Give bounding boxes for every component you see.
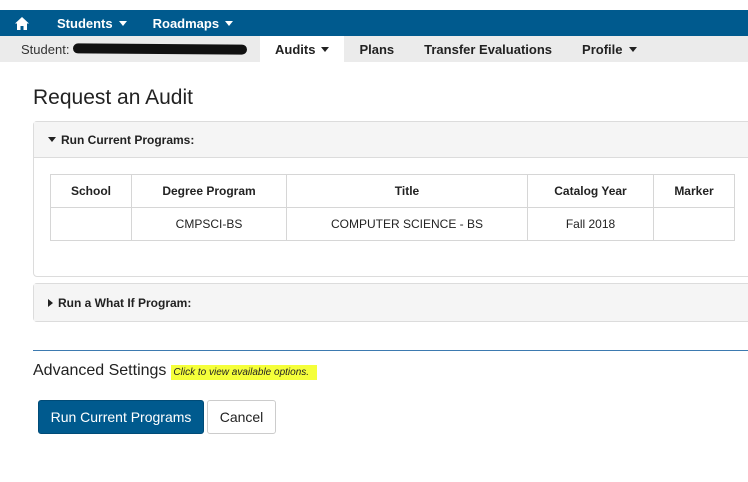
table-row: CMPSCI-BS COMPUTER SCIENCE - BS Fall 201… [50,207,735,241]
current-programs-panel: Run Current Programs: School Degree Prog… [33,121,748,277]
what-if-header: Run a What If Program: [58,295,192,310]
advanced-settings-toggle[interactable]: Advanced Settings Click to view availabl… [33,362,318,380]
caret-right-icon [48,298,53,307]
run-current-programs-button[interactable]: Run Current Programs [38,400,204,434]
chevron-down-icon [321,46,330,52]
student-label: Student: [21,41,70,57]
advanced-settings-hint: Click to view available options. [171,365,318,380]
cancel-button[interactable]: Cancel [207,400,276,434]
tab-profile[interactable]: Profile [567,36,651,62]
sub-nav-bar: Student: Audits Plans Transfer Evaluatio… [0,36,748,62]
advanced-settings-label: Advanced Settings [33,362,167,379]
redacted-student-name [73,43,248,55]
cell-degree-program: CMPSCI-BS [131,207,287,241]
col-school: School [50,174,132,208]
tab-audits-label: Audits [275,41,316,57]
chevron-down-icon [118,20,127,26]
tab-profile-label: Profile [582,41,623,57]
nav-roadmaps-menu[interactable]: Roadmaps [140,10,246,36]
col-catalog-year: Catalog Year [527,174,654,208]
what-if-panel: Run a What If Program: [33,283,748,322]
home-button[interactable] [0,10,44,36]
col-marker: Marker [653,174,735,208]
tab-transfer-evaluations[interactable]: Transfer Evaluations [409,36,567,62]
tab-transfer-evaluations-label: Transfer Evaluations [424,41,553,57]
tab-plans[interactable]: Plans [344,36,409,62]
home-icon [15,16,29,30]
table-header-row: School Degree Program Title Catalog Year… [50,174,735,208]
cell-school [50,207,132,241]
col-title: Title [286,174,528,208]
tab-audits[interactable]: Audits [260,36,345,62]
nav-roadmaps-label: Roadmaps [152,15,220,31]
student-info: Student: [0,36,260,62]
current-programs-toggle[interactable]: Run Current Programs: [34,122,748,158]
current-programs-header: Run Current Programs: [61,132,195,147]
tab-plans-label: Plans [359,41,395,57]
section-divider [33,350,748,351]
cell-title: COMPUTER SCIENCE - BS [286,207,528,241]
cell-catalog-year: Fall 2018 [527,207,654,241]
chevron-down-icon [225,20,234,26]
caret-down-icon [48,137,56,142]
chevron-down-icon [628,46,637,52]
nav-students-label: Students [57,15,113,31]
top-nav-bar: Students Roadmaps [0,10,748,36]
nav-students-menu[interactable]: Students [44,10,140,36]
current-programs-table: School Degree Program Title Catalog Year… [50,174,735,241]
col-degree-program: Degree Program [131,174,287,208]
what-if-toggle[interactable]: Run a What If Program: [34,284,748,321]
cell-marker [653,207,735,241]
page-title: Request an Audit [33,86,193,109]
